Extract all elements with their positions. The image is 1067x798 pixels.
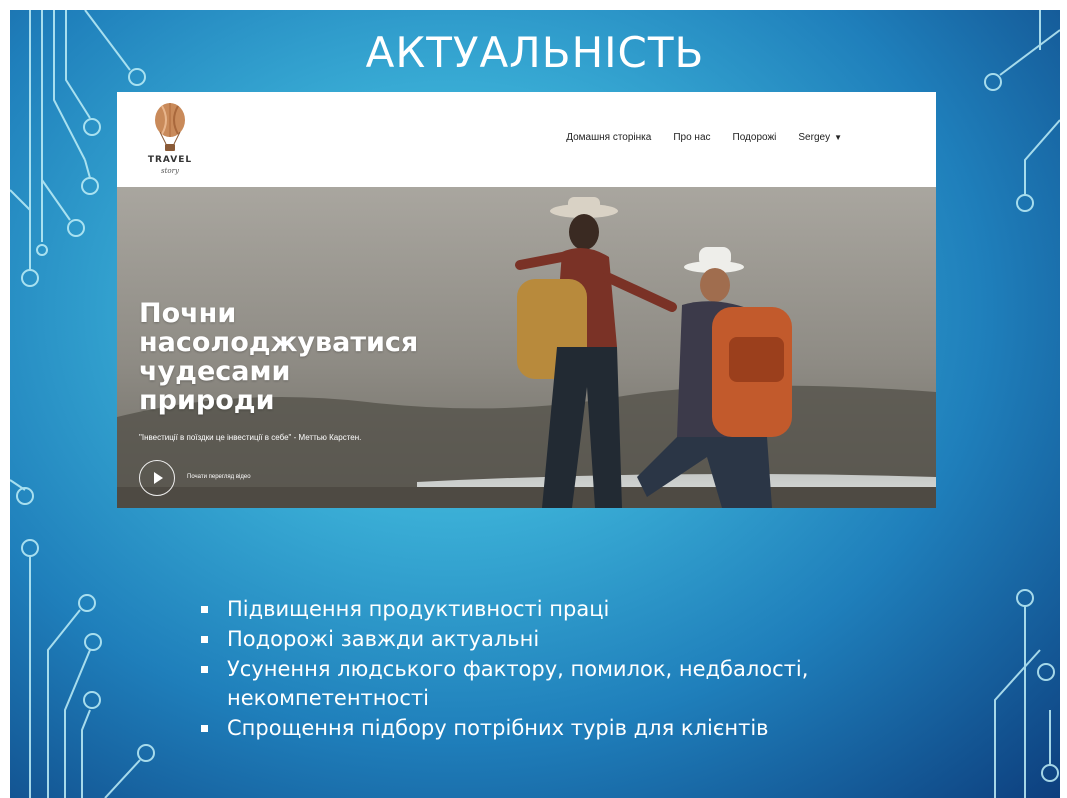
nav-trips-link[interactable]: Подорожі	[733, 132, 777, 143]
site-logo[interactable]: TRAVEL story	[145, 102, 195, 177]
hero-title: Почни насолоджуватися чудесами природи	[139, 299, 479, 415]
bullet-item: Усунення людського фактору, помилок, нед…	[195, 655, 915, 713]
hero-title-line: Почни	[139, 298, 237, 329]
site-header: TRAVEL story Домашня сторінка Про нас По…	[117, 92, 936, 187]
caret-down-icon: ▼	[834, 133, 842, 142]
bullet-item: Підвищення продуктивності праці	[195, 595, 915, 624]
bullet-text: Підвищення продуктивності праці	[227, 597, 610, 621]
bullet-item: Спрощення підбору потрібних турів для кл…	[195, 714, 915, 743]
hero-quote: "Інвестиції в поїздки це інвестиції в се…	[139, 433, 362, 442]
play-video-button[interactable]	[139, 460, 175, 496]
bullet-text: Усунення людського фактору, помилок, нед…	[227, 657, 809, 710]
hero-title-line: насолоджуватися	[139, 327, 419, 358]
bullet-square-icon	[201, 725, 208, 732]
hero-title-line: чудесами	[139, 356, 291, 387]
bullet-square-icon	[201, 606, 208, 613]
logo-word: TRAVEL	[147, 155, 193, 165]
play-icon	[154, 472, 163, 484]
website-screenshot: TRAVEL story Домашня сторінка Про нас По…	[117, 92, 936, 508]
user-name: Sergey	[798, 132, 831, 143]
play-video-label[interactable]: Почати перегляд відео	[187, 474, 251, 480]
bullet-square-icon	[201, 666, 208, 673]
hero-title-line: природи	[139, 385, 275, 416]
bullet-text: Спрощення підбору потрібних турів для кл…	[227, 716, 769, 740]
user-menu[interactable]: Sergey ▼	[798, 132, 842, 143]
site-nav: Домашня сторінка Про нас Подорожі Sergey…	[544, 132, 842, 143]
bullet-item: Подорожі завжди актуальні	[195, 625, 915, 654]
nav-home-link[interactable]: Домашня сторінка	[566, 132, 651, 143]
hot-air-balloon-icon	[155, 103, 185, 151]
nav-about-link[interactable]: Про нас	[673, 132, 710, 143]
slide-title: АКТУАЛЬНІСТЬ	[365, 28, 705, 77]
bullet-list: Підвищення продуктивності праці Подорожі…	[195, 595, 915, 744]
hero-banner: Почни насолоджуватися чудесами природи "…	[117, 187, 936, 508]
logo-subtitle: story	[161, 167, 179, 175]
presentation-slide: АКТУАЛЬНІСТЬ TRAVEL story Домашня сторін…	[10, 10, 1060, 798]
bullet-square-icon	[201, 636, 208, 643]
bullet-text: Подорожі завжди актуальні	[227, 627, 540, 651]
